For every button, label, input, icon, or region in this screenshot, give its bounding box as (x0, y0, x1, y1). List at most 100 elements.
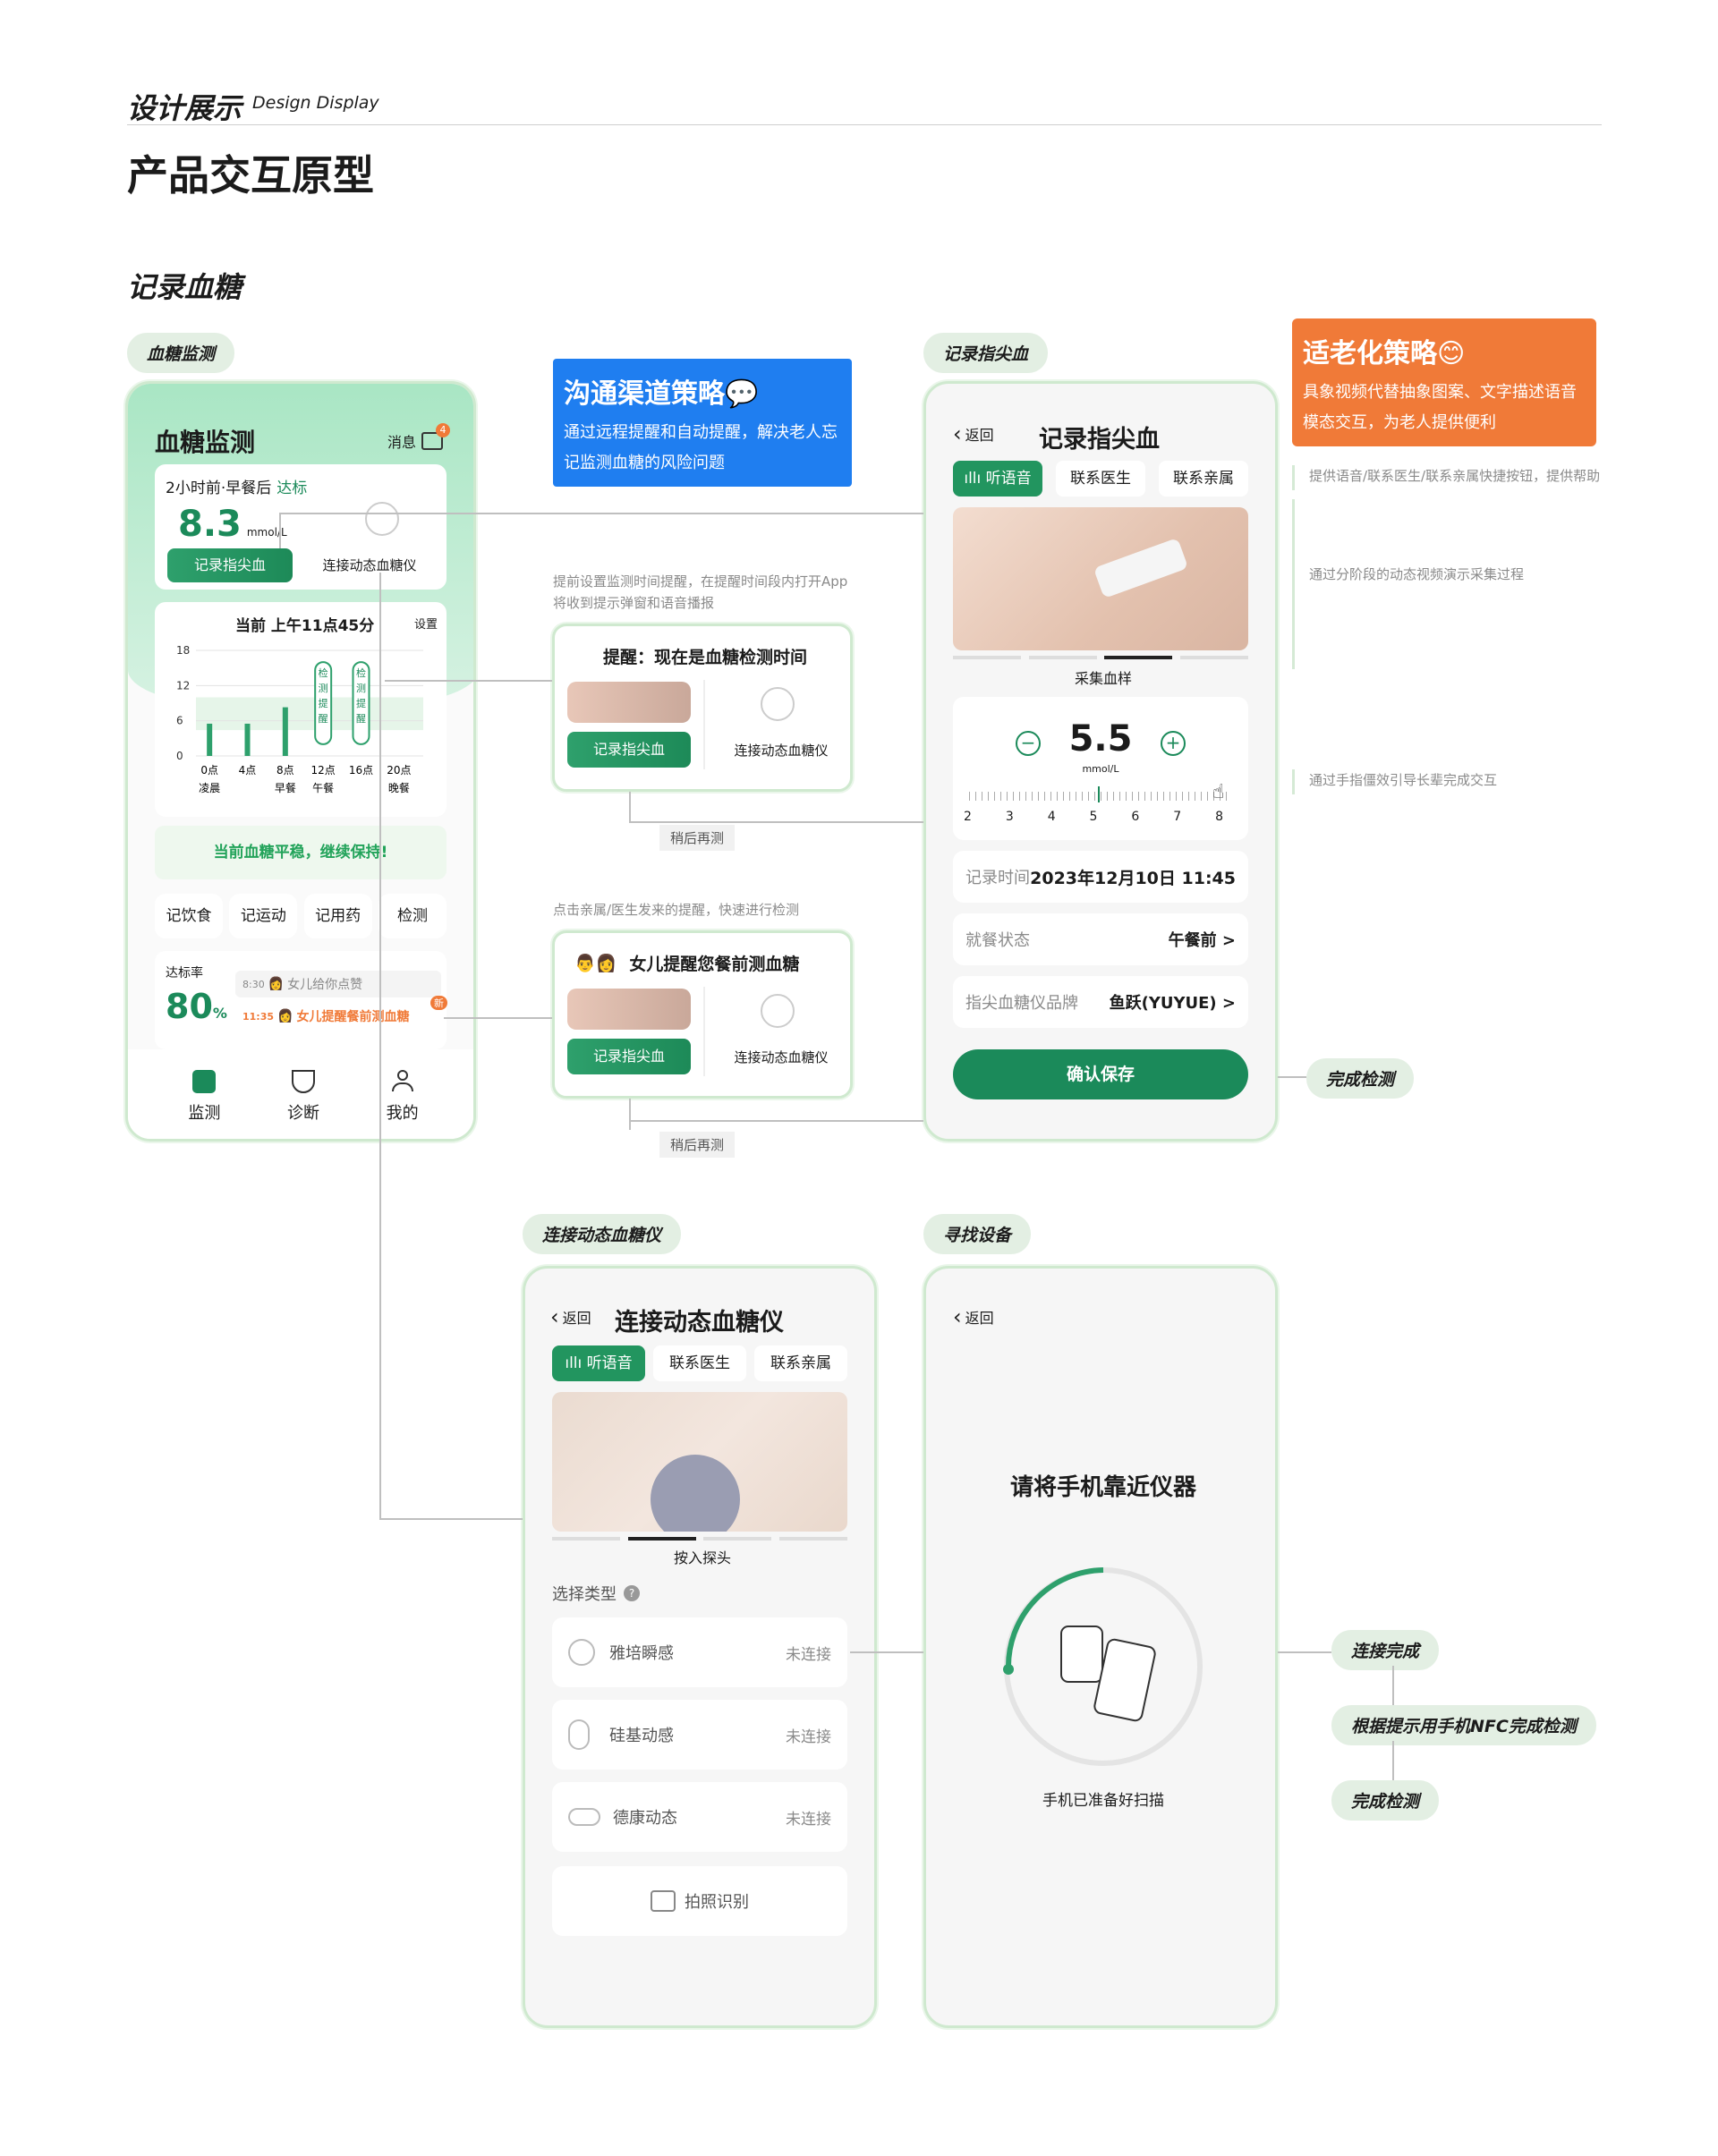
voice-tab[interactable]: ıllı 听语音 (552, 1345, 645, 1381)
connect-cgm-button[interactable]: 连接动态血糖仪 (714, 1048, 848, 1066)
reminder-popup: 提醒：现在是血糖检测时间 记录指尖血 连接动态血糖仪 (552, 624, 853, 792)
device-item[interactable]: 硅基动感 未连接 (552, 1700, 847, 1770)
connector (1278, 1651, 1331, 1653)
record-fingertip-button[interactable]: 记录指尖血 (167, 548, 293, 582)
contact-doctor-tab[interactable]: 联系医生 (1056, 461, 1145, 497)
video-caption: 按入探头 (673, 1549, 731, 1566)
chevron-left-icon: ‹ (953, 1304, 962, 1329)
connect-cgm-button[interactable]: 连接动态血糖仪 (714, 741, 848, 760)
user-icon (391, 1070, 414, 1093)
scan-status: 手机已准备好扫描 (1042, 1792, 1164, 1810)
record-fingertip-button[interactable]: 记录指尖血 (567, 732, 691, 768)
label-fingertip: 记录指尖血 (923, 333, 1049, 373)
voice-tab[interactable]: ıllı 听语音 (953, 461, 1042, 497)
x-tick-label: 16点 (349, 764, 373, 777)
reminder-marker-label: 提 (356, 698, 366, 709)
later-button[interactable]: 稍后再测 (659, 1132, 736, 1158)
button-label: 拍照识别 (685, 1893, 749, 1912)
find-device-screen: ‹ 返回 请将手机靠近仪器 手机已准备好扫描 (923, 1266, 1278, 2028)
back-button[interactable]: ‹ 返回 (953, 421, 994, 446)
message-button[interactable]: 消息 4 (387, 423, 451, 452)
x-tick-label: 8点 (276, 764, 294, 777)
current-time: 当前 上午11点45分 (235, 617, 375, 635)
later-button[interactable]: 稍后再测 (659, 825, 736, 851)
scan-progress-ring (1003, 1567, 1203, 1766)
nav-monitor[interactable]: 监测 (188, 1070, 220, 1124)
x-tick-label: 20点 (387, 764, 411, 777)
video-progress (552, 1537, 847, 1541)
strategy-communication: 沟通渠道策略💬 通过远程提醒和自动提醒，解决老人忘记监测血糖的风险问题 (553, 359, 852, 487)
ruler-tick: 8 (1215, 810, 1223, 824)
label-monitor: 血糖监测 (127, 333, 235, 373)
meal-status-row[interactable]: 就餐状态 午餐前 > (953, 913, 1248, 965)
monitor-icon (192, 1070, 217, 1093)
record-time-row[interactable]: 记录时间 2023年12月10日 11:45 (953, 851, 1248, 903)
x-tick-label: 12点 (311, 764, 336, 777)
sensor-device (651, 1455, 740, 1532)
fingertip-screen: ‹ 返回 记录指尖血 ıllı 听语音 联系医生 联系亲属 采集血样 − 5.5… (923, 381, 1278, 1142)
connect-cgm-button[interactable]: 连接动态血糖仪 (307, 548, 432, 582)
reminder-marker-label: 醒 (319, 713, 328, 725)
quick-test-button[interactable]: 检测 (378, 894, 447, 938)
reminder-marker-label: 测 (319, 683, 328, 694)
ruler-tick: 6 (1131, 810, 1140, 824)
connect-screen: ‹ 返回 连接动态血糖仪 ıllı 听语音 联系医生 联系亲属 按入探头 选择类… (523, 1266, 877, 2028)
field-value: 2023年12月10日 11:45 (1030, 868, 1236, 888)
strategy-title: 适老化策略😊 (1303, 338, 1466, 369)
y-tick-label: 12 (176, 679, 190, 692)
brand-row[interactable]: 指尖血糖仪品牌 鱼跃(YUYUE) > (953, 976, 1248, 1028)
tab-label: 听语音 (985, 470, 1032, 488)
contact-family-tab[interactable]: 联系亲属 (1159, 461, 1248, 497)
connector (1392, 1666, 1394, 1705)
type-label: 选择类型 ? (552, 1582, 640, 1605)
finger-photo (567, 989, 691, 1030)
contact-doctor-tab[interactable]: 联系医生 (653, 1345, 746, 1381)
quick-medicine-button[interactable]: 记用药 (303, 894, 372, 938)
device-round-icon (568, 1639, 595, 1666)
photo-identify-button[interactable]: 拍照识别 (552, 1866, 847, 1936)
quick-food-button[interactable]: 记饮食 (155, 894, 223, 938)
device-item[interactable]: 德康动态 未连接 (552, 1782, 847, 1852)
sensor-icon (761, 687, 795, 721)
ruler-tick: 4 (1047, 810, 1056, 824)
stethoscope-icon (291, 1070, 315, 1093)
glucose-unit: mmol/L (1082, 763, 1119, 775)
instruction-video[interactable] (552, 1392, 847, 1532)
nav-diagnose[interactable]: 诊断 (287, 1070, 319, 1124)
settings-link[interactable]: 设置 (414, 615, 438, 632)
chart-bar (244, 723, 251, 756)
section-label-en: Design Display (252, 93, 379, 113)
help-icon[interactable]: ? (624, 1585, 640, 1601)
device-item[interactable]: 雅培瞬感 未连接 (552, 1617, 847, 1687)
back-button[interactable]: ‹ 返回 (953, 1304, 994, 1329)
feed-item-reminder[interactable]: 11:35 👩 女儿提醒餐前测血糖 (235, 1003, 441, 1030)
back-label: 返回 (562, 1310, 591, 1327)
glucose-chart: 0 6 12 18 0点凌晨 4点 8点早餐 12点午餐 16点 20点晚餐 检测提醒 检测提醒 (176, 644, 423, 794)
glucose-value: 8.3 (178, 504, 242, 545)
x-sublabel: 早餐 (275, 781, 296, 794)
field-label: 就餐状态 (965, 931, 1030, 950)
chevron-left-icon: ‹ (550, 1304, 559, 1329)
instruction-video[interactable] (953, 507, 1248, 650)
feed-text: 女儿提醒餐前测血糖 (296, 1010, 410, 1024)
flow-done: 完成检测 (1331, 1780, 1440, 1821)
finger-photo (567, 682, 691, 723)
back-button[interactable]: ‹ 返回 (550, 1304, 591, 1329)
record-fingertip-button[interactable]: 记录指尖血 (567, 1039, 691, 1074)
section-title: 记录血糖 (127, 270, 242, 304)
contact-family-tab[interactable]: 联系亲属 (754, 1345, 847, 1381)
device-oval-icon (568, 1719, 590, 1750)
nav-profile[interactable]: 我的 (387, 1070, 419, 1124)
plus-button[interactable]: + (1161, 731, 1186, 756)
quick-exercise-button[interactable]: 记运动 (229, 894, 298, 938)
device-name: 雅培瞬感 (609, 1644, 674, 1663)
feed-item[interactable]: 8:30 👩 女儿给你点赞 (235, 971, 441, 997)
field-value: 午餐前 > (1168, 931, 1236, 950)
connector (385, 680, 552, 682)
instruction-title: 请将手机靠近仪器 (1009, 1474, 1196, 1501)
device-pill-icon (568, 1808, 600, 1826)
x-sublabel: 晚餐 (388, 781, 410, 794)
lancet-device (1093, 537, 1189, 599)
save-button[interactable]: 确认保存 (953, 1049, 1248, 1099)
hand-pointer-icon: ☝ (1212, 781, 1225, 803)
